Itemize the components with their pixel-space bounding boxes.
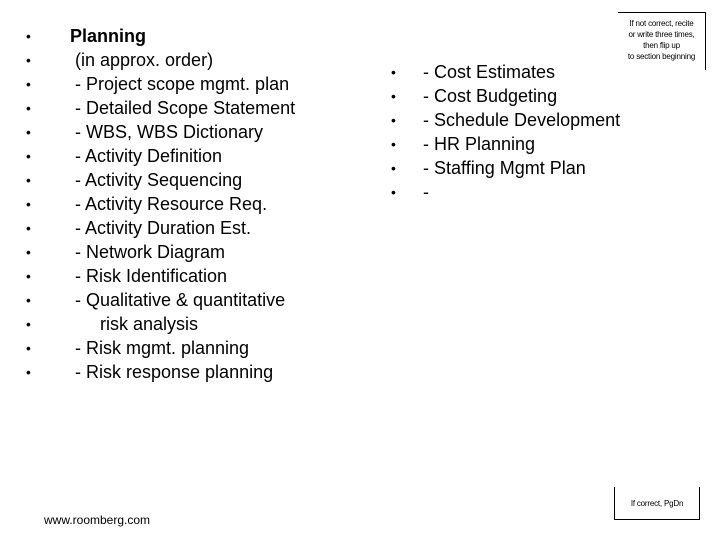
list-item: • (in approx. order) — [26, 48, 356, 72]
bullet-icon: • — [391, 88, 396, 104]
list-item: • - Risk response planning — [26, 360, 356, 384]
bullet-icon: • — [26, 364, 31, 380]
bullet-icon: • — [26, 76, 31, 92]
list-item: • - Project scope mgmt. plan — [26, 72, 356, 96]
bullet-icon: • — [26, 52, 31, 68]
note-line: If not correct, recite — [629, 19, 694, 28]
list-item: • - WBS, WBS Dictionary — [26, 120, 356, 144]
list-item-text: - Activity Definition — [70, 146, 223, 166]
list-item: • - Network Diagram — [26, 240, 356, 264]
list-item-text: (in approx. order) — [70, 50, 214, 70]
list-item-text: - HR Planning — [423, 134, 536, 154]
bullet-icon: • — [26, 340, 31, 356]
bullet-icon: • — [26, 316, 31, 332]
bullet-icon: • — [391, 112, 396, 128]
list-item: • - Detailed Scope Statement — [26, 96, 356, 120]
bullet-icon: • — [26, 124, 31, 140]
list-item-text: - Risk mgmt. planning — [70, 338, 250, 358]
footer-website-link[interactable]: www.roomberg.com — [44, 513, 150, 527]
list-item-text: - — [423, 182, 429, 202]
list-item: • - Schedule Development — [391, 108, 691, 132]
bullet-icon: • — [26, 100, 31, 116]
note-line: or write three times, — [628, 30, 695, 39]
instruction-note-pgdn: If correct, PgDn — [614, 487, 700, 520]
instruction-note-recite: If not correct, recite or write three ti… — [618, 12, 706, 70]
list-item: • risk analysis — [26, 312, 356, 336]
bullet-icon: • — [26, 292, 31, 308]
planning-process-list-continued: • - Cost Estimates • - Cost Budgeting • - Sch… — [391, 60, 691, 204]
bullet-icon: • — [391, 160, 396, 176]
list-item-text: Planning — [70, 26, 146, 46]
bullet-icon: • — [391, 184, 396, 200]
list-item: • - Risk mgmt. planning — [26, 336, 356, 360]
bullet-icon: • — [26, 220, 31, 236]
bullet-icon: • — [26, 28, 31, 44]
list-item-text: - Project scope mgmt. plan — [70, 74, 290, 94]
list-item-text: - Cost Budgeting — [423, 86, 558, 106]
bullet-icon: • — [391, 136, 396, 152]
note-line: to section beginning — [627, 52, 696, 61]
note-line: then flip up — [643, 41, 680, 50]
bullet-icon: • — [26, 268, 31, 284]
list-item: • - — [391, 180, 691, 204]
bullet-icon: • — [26, 148, 31, 164]
list-item-text: - Cost Estimates — [423, 62, 556, 82]
list-item-text: - Detailed Scope Statement — [70, 98, 296, 118]
list-item: • - Cost Budgeting — [391, 84, 691, 108]
list-item: • - HR Planning — [391, 132, 691, 156]
list-item-text: - Staffing Mgmt Plan — [423, 158, 586, 178]
list-item-text: - Activity Sequencing — [70, 170, 243, 190]
list-item: • - Risk Identification — [26, 264, 356, 288]
list-item-text: - Schedule Development — [423, 110, 621, 130]
list-item: • - Activity Definition — [26, 144, 356, 168]
bullet-icon: • — [26, 244, 31, 260]
list-item: • - Activity Duration Est. — [26, 216, 356, 240]
list-item: • - Activity Resource Req. — [26, 192, 356, 216]
list-item-text: - WBS, WBS Dictionary — [70, 122, 264, 142]
bullet-icon: • — [26, 196, 31, 212]
list-item-text: - Risk Identification — [70, 266, 228, 286]
list-item-text: - Activity Resource Req. — [70, 194, 268, 214]
planning-process-list: • Planning • (in approx. order) • - Project… — [26, 24, 356, 384]
list-item: • - Staffing Mgmt Plan — [391, 156, 691, 180]
note-text: If correct, PgDn — [630, 499, 684, 508]
list-item-text: - Network Diagram — [70, 242, 226, 262]
list-item-text: - Risk response planning — [70, 362, 274, 382]
list-item-text: risk analysis — [70, 314, 199, 334]
bullet-icon: • — [26, 172, 31, 188]
list-item: • Planning — [26, 24, 356, 48]
list-item: • - Qualitative & quantitative — [26, 288, 356, 312]
list-item-text: - Activity Duration Est. — [70, 218, 252, 238]
list-item-text: - Qualitative & quantitative — [70, 290, 286, 310]
list-item: • - Activity Sequencing — [26, 168, 356, 192]
bullet-icon: • — [391, 64, 396, 80]
